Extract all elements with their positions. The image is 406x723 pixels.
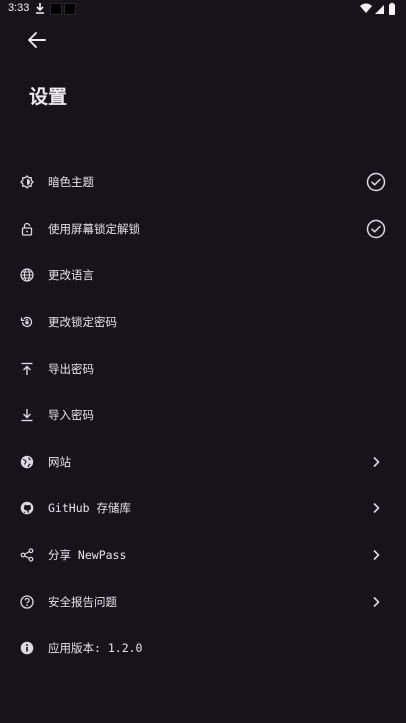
setting-label: 导出密码 <box>48 361 94 376</box>
setting-report[interactable]: 安全报告问题 <box>0 578 406 625</box>
arrow-left-icon <box>28 32 46 48</box>
setting-label: GitHub 存储库 <box>48 501 131 516</box>
setting-screen-lock[interactable]: 使用屏幕锁定解锁 <box>0 206 406 253</box>
page-title: 设置 <box>29 86 68 108</box>
upload-icon <box>19 361 35 377</box>
setting-export-password[interactable]: 导出密码 <box>0 345 406 392</box>
setting-label: 网站 <box>48 454 71 469</box>
setting-version: 应用版本: 1.2.0 <box>0 625 406 672</box>
setting-change-language[interactable]: 更改语言 <box>0 252 406 299</box>
notification-icon <box>64 3 76 15</box>
signal-icon <box>375 5 384 14</box>
setting-label: 使用屏幕锁定解锁 <box>48 221 140 236</box>
lock-open-icon <box>19 221 35 237</box>
globe-filled-icon <box>19 454 35 470</box>
share-icon <box>19 547 35 563</box>
download-icon <box>19 407 35 423</box>
wifi-icon <box>360 3 372 13</box>
notification-icon <box>50 3 62 15</box>
contrast-icon <box>19 174 35 190</box>
check-circle-icon[interactable] <box>366 219 386 239</box>
back-button[interactable] <box>24 27 50 53</box>
check-circle-icon[interactable] <box>366 172 386 192</box>
setting-label: 更改语言 <box>48 268 94 283</box>
chevron-right-icon <box>366 452 386 472</box>
download-icon <box>35 2 45 14</box>
chevron-right-icon <box>366 498 386 518</box>
setting-change-password[interactable]: 更改锁定密码 <box>0 299 406 346</box>
version-label: 应用版本: 1.2.0 <box>48 641 143 656</box>
globe-icon <box>19 267 35 283</box>
setting-label: 导入密码 <box>48 408 94 423</box>
status-bar: 3:33 <box>0 0 406 18</box>
status-time: 3:33 <box>8 2 30 14</box>
setting-import-password[interactable]: 导入密码 <box>0 392 406 439</box>
setting-label: 安全报告问题 <box>48 594 117 609</box>
settings-list: 暗色主题 使用屏幕锁定解锁 更改语言 更改锁定密码 导出密码 导入密码 网站 G… <box>0 159 406 672</box>
setting-website[interactable]: 网站 <box>0 439 406 486</box>
setting-label: 更改锁定密码 <box>48 315 117 330</box>
lock-reset-icon <box>19 314 35 330</box>
setting-label: 暗色主题 <box>48 175 94 190</box>
system-status-icons <box>358 2 398 16</box>
chevron-right-icon <box>366 592 386 612</box>
setting-dark-theme[interactable]: 暗色主题 <box>0 159 406 206</box>
info-icon <box>19 640 35 656</box>
chevron-right-icon <box>366 545 386 565</box>
github-icon <box>19 500 35 516</box>
battery-icon <box>389 4 395 15</box>
setting-share[interactable]: 分享 NewPass <box>0 532 406 579</box>
help-circle-icon <box>19 594 35 610</box>
setting-github[interactable]: GitHub 存储库 <box>0 485 406 532</box>
setting-label: 分享 NewPass <box>48 548 127 563</box>
